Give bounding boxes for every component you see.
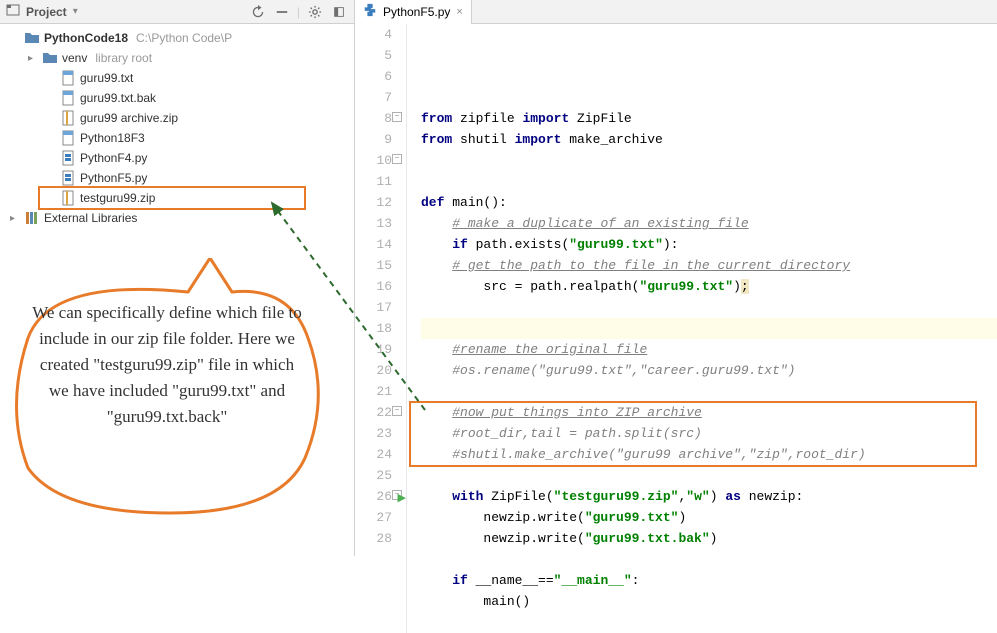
tree-file[interactable]: guru99.txt.bak	[0, 88, 354, 108]
editor-area: PythonF5.py × 45678−910−1112131415161718…	[355, 0, 997, 556]
code-line[interactable]: from zipfile import ZipFile	[421, 108, 997, 129]
tree-item-label: Python18F3	[80, 131, 145, 145]
tree-root[interactable]: PythonCode18 C:\Python Code\P	[0, 28, 354, 48]
chevron-down-icon[interactable]: ▾	[73, 6, 78, 17]
code-line[interactable]: # make a duplicate of an existing file	[421, 213, 997, 234]
code-line[interactable]	[421, 297, 997, 318]
chevron-right-icon: ▸	[10, 213, 20, 224]
tree-file[interactable]: PythonF4.py	[0, 148, 354, 168]
tree-item-label: guru99.txt.bak	[80, 91, 156, 105]
tree-item-label: External Libraries	[44, 211, 137, 225]
code-line[interactable]: #os.rename("guru99.txt","career.guru99.t…	[421, 360, 997, 381]
code-line[interactable]: with ZipFile("testguru99.zip","w") as ne…	[421, 486, 997, 507]
tree-external-libs[interactable]: ▸ External Libraries	[0, 208, 354, 228]
code-line[interactable]	[421, 381, 997, 402]
tree-file[interactable]: guru99.txt	[0, 68, 354, 88]
code-line[interactable]: #rename the original file	[421, 339, 997, 360]
editor-gutter: 45678−910−111213141516171819202122−23242…	[355, 24, 407, 633]
hide-icon[interactable]	[330, 3, 348, 21]
editor-tab-bar: PythonF5.py ×	[355, 0, 997, 24]
collapse-icon[interactable]	[273, 3, 291, 21]
txt-file-icon	[60, 130, 76, 146]
tree-root-label: PythonCode18	[44, 31, 128, 45]
code-line[interactable]	[421, 465, 997, 486]
tree-root-hint: C:\Python Code\P	[136, 31, 232, 45]
tree-venv[interactable]: ▸ venv library root	[0, 48, 354, 68]
code-line[interactable]	[421, 612, 997, 633]
library-icon	[24, 210, 40, 226]
code-line[interactable]: src = path.realpath("guru99.txt");	[421, 276, 997, 297]
code-line[interactable]: if path.exists("guru99.txt"):	[421, 234, 997, 255]
code-line[interactable]	[421, 150, 997, 171]
code-line[interactable]: #root_dir,tail = path.split(src)	[421, 423, 997, 444]
txt-file-icon	[60, 90, 76, 106]
tree-item-hint: library root	[95, 51, 152, 65]
tree-item-label: guru99 archive.zip	[80, 111, 178, 125]
tree-file[interactable]: Python18F3	[0, 128, 354, 148]
tree-file[interactable]: guru99 archive.zip	[0, 108, 354, 128]
code-line[interactable]	[421, 549, 997, 570]
zip-file-icon	[60, 190, 76, 206]
gear-icon[interactable]	[306, 3, 324, 21]
py-file-icon	[60, 170, 76, 186]
code-line[interactable]: #shutil.make_archive("guru99 archive","z…	[421, 444, 997, 465]
code-line[interactable]: #now put things into ZIP archive	[421, 402, 997, 423]
code-line[interactable]: main()	[421, 591, 997, 612]
tree-item-label: venv	[62, 51, 87, 65]
code-line[interactable]: newzip.write("guru99.txt.bak")	[421, 528, 997, 549]
project-panel-icon	[6, 3, 20, 20]
chevron-right-icon: ▸	[28, 53, 38, 64]
sync-icon[interactable]	[249, 3, 267, 21]
code-line[interactable]: def main():	[421, 192, 997, 213]
txt-file-icon	[60, 70, 76, 86]
editor-tab[interactable]: PythonF5.py ×	[355, 0, 472, 24]
folder-icon	[24, 30, 40, 46]
tree-item-label: guru99.txt	[80, 71, 133, 85]
folder-icon	[42, 50, 58, 66]
tree-file[interactable]: testguru99.zip	[0, 188, 354, 208]
project-tree: PythonCode18 C:\Python Code\P ▸ venv lib…	[0, 24, 354, 232]
code-editor[interactable]: 45678−910−111213141516171819202122−23242…	[355, 24, 997, 633]
tree-file[interactable]: PythonF5.py	[0, 168, 354, 188]
close-icon[interactable]: ×	[456, 6, 462, 18]
code-line[interactable]: newzip.write("guru99.txt")	[421, 507, 997, 528]
zip-file-icon	[60, 110, 76, 126]
py-file-icon	[60, 150, 76, 166]
project-panel-title: Project	[26, 5, 67, 19]
editor-tab-label: PythonF5.py	[383, 5, 450, 19]
tree-item-label: PythonF5.py	[80, 171, 147, 185]
project-panel-header: Project ▾ |	[0, 0, 354, 24]
code-line[interactable]: from shutil import make_archive	[421, 129, 997, 150]
code-line[interactable]	[421, 318, 997, 339]
tree-item-label: testguru99.zip	[80, 191, 155, 205]
tree-item-label: PythonF4.py	[80, 151, 147, 165]
code-line[interactable]: if __name__=="__main__":	[421, 570, 997, 591]
code-line[interactable]: # get the path to the file in the curren…	[421, 255, 997, 276]
annotation-callout: We can specifically define which file to…	[10, 258, 320, 518]
python-file-icon	[363, 3, 377, 20]
code-line[interactable]	[421, 171, 997, 192]
editor-code[interactable]: from zipfile import ZipFilefrom shutil i…	[407, 24, 997, 633]
annotation-text: We can specifically define which file to…	[32, 300, 302, 430]
